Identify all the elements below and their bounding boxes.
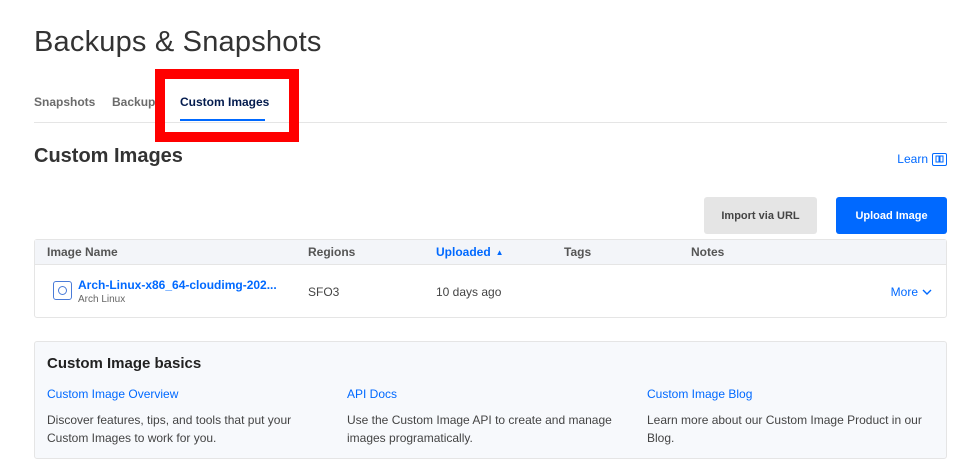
header-notes[interactable]: Notes <box>691 245 724 259</box>
section-title: Custom Images <box>34 145 183 167</box>
custom-image-overview-link[interactable]: Custom Image Overview <box>47 387 327 401</box>
header-uploaded[interactable]: Uploaded ▲ <box>436 245 504 259</box>
import-via-url-button[interactable]: Import via URL <box>704 197 817 234</box>
basics-item: Custom Image Blog Learn more about our C… <box>647 387 927 447</box>
image-region: SFO3 <box>308 285 340 299</box>
header-uploaded-label: Uploaded <box>436 245 491 259</box>
chevron-down-icon <box>922 287 932 298</box>
learn-link[interactable]: Learn <box>897 152 947 166</box>
custom-image-blog-link[interactable]: Custom Image Blog <box>647 387 927 401</box>
basics-item: Custom Image Overview Discover features,… <box>47 387 327 447</box>
image-uploaded: 10 days ago <box>436 285 502 299</box>
table-row: Arch-Linux-x86_64-cloudimg-202... Arch L… <box>35 265 946 317</box>
page-title: Backups & Snapshots <box>34 26 322 58</box>
api-docs-link[interactable]: API Docs <box>347 387 627 401</box>
header-tags[interactable]: Tags <box>564 245 591 259</box>
tab-snapshots[interactable]: Snapshots <box>34 95 95 109</box>
highlight-annotation <box>155 69 299 142</box>
custom-image-icon <box>53 281 72 300</box>
image-distro: Arch Linux <box>78 294 126 305</box>
custom-image-basics-panel: Custom Image basics Custom Image Overvie… <box>34 341 947 459</box>
header-image-name[interactable]: Image Name <box>47 245 118 259</box>
upload-image-button[interactable]: Upload Image <box>836 197 947 234</box>
basics-desc: Use the Custom Image API to create and m… <box>347 413 612 445</box>
learn-label: Learn <box>897 152 928 166</box>
image-name-link[interactable]: Arch-Linux-x86_64-cloudimg-202... <box>78 278 277 292</box>
more-label: More <box>890 285 918 299</box>
basics-title: Custom Image basics <box>47 355 202 372</box>
more-button[interactable]: More <box>891 285 932 299</box>
table-header: Image Name Regions Uploaded ▲ Tags Notes <box>35 240 946 265</box>
basics-item: API Docs Use the Custom Image API to cre… <box>347 387 627 447</box>
basics-desc: Learn more about our Custom Image Produc… <box>647 413 922 445</box>
custom-images-table: Image Name Regions Uploaded ▲ Tags Notes … <box>34 239 947 318</box>
header-regions[interactable]: Regions <box>308 245 355 259</box>
sort-asc-icon: ▲ <box>495 248 504 257</box>
basics-desc: Discover features, tips, and tools that … <box>47 413 292 445</box>
book-icon <box>932 152 947 166</box>
